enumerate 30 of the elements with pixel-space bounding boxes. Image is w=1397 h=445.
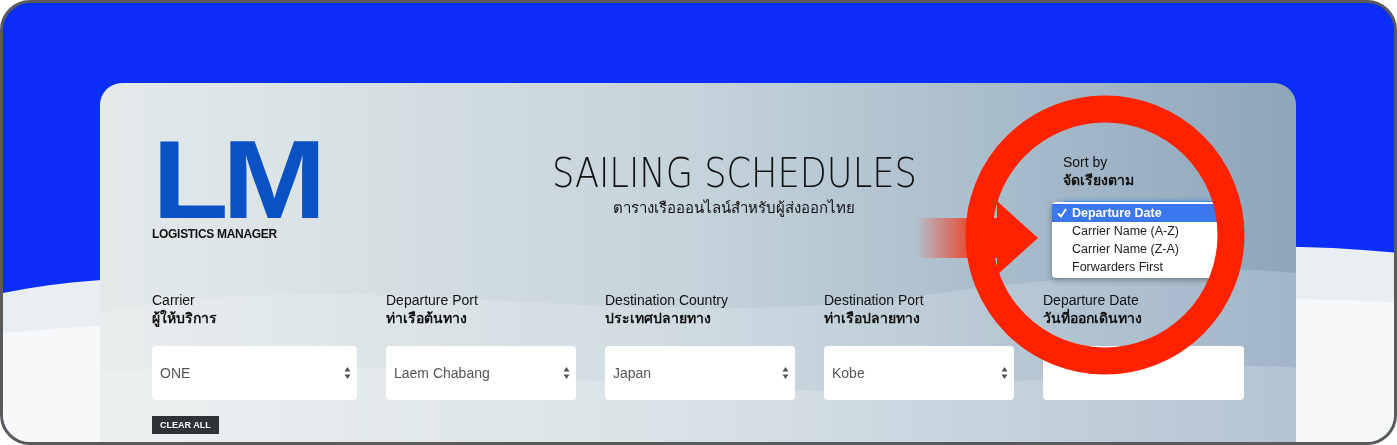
logo-mark: LM <box>152 136 321 224</box>
filter-label-thai: ผู้ให้บริการ <box>152 309 218 327</box>
sort-option[interactable]: Forwarders First <box>1052 258 1163 276</box>
clear-all-button[interactable]: CLEAR ALL <box>152 416 219 434</box>
select-caret-icon <box>563 366 570 380</box>
filter-select[interactable]: ONE <box>152 346 357 400</box>
select-caret-icon <box>1001 366 1008 380</box>
filter-select[interactable]: Japan <box>605 346 795 400</box>
check-icon <box>1057 208 1067 218</box>
filter-label: Destination Port <box>824 291 925 309</box>
filter-label-thai: ประเทศปลายทาง <box>605 309 712 327</box>
sort-label: Sort by <box>1063 153 1109 171</box>
select-caret-icon <box>782 366 789 380</box>
filter-label: Departure Port <box>386 291 479 309</box>
filter-label-thai: ท่าเรือปลายทาง <box>824 309 921 327</box>
sort-option[interactable]: Departure Date <box>1052 204 1218 222</box>
select-caret-icon <box>344 366 351 380</box>
filter-label: Destination Country <box>605 291 729 309</box>
page-title: SAILING SCHEDULES <box>551 150 917 196</box>
sort-option[interactable]: Carrier Name (Z-A) <box>1052 240 1179 258</box>
sort-option[interactable]: Carrier Name (A-Z) <box>1052 222 1179 240</box>
filter-label-thai: วันที่ออกเดินทาง <box>1043 309 1143 327</box>
logo-tagline: LOGISTICS MANAGER <box>152 227 278 241</box>
page-subtitle: ตารางเรือออนไลน์สำหรับผู้ส่งออกไทย <box>613 198 855 218</box>
filter-label: Carrier <box>152 291 196 309</box>
filter-select[interactable]: Laem Chabang <box>386 346 576 400</box>
filter-select[interactable]: Kobe <box>824 346 1014 400</box>
sort-label-thai: จัดเรียงตาม <box>1063 171 1135 189</box>
filter-label: Departure Date <box>1043 291 1140 308</box>
filter-label-thai: ท่าเรือต้นทาง <box>386 309 468 327</box>
